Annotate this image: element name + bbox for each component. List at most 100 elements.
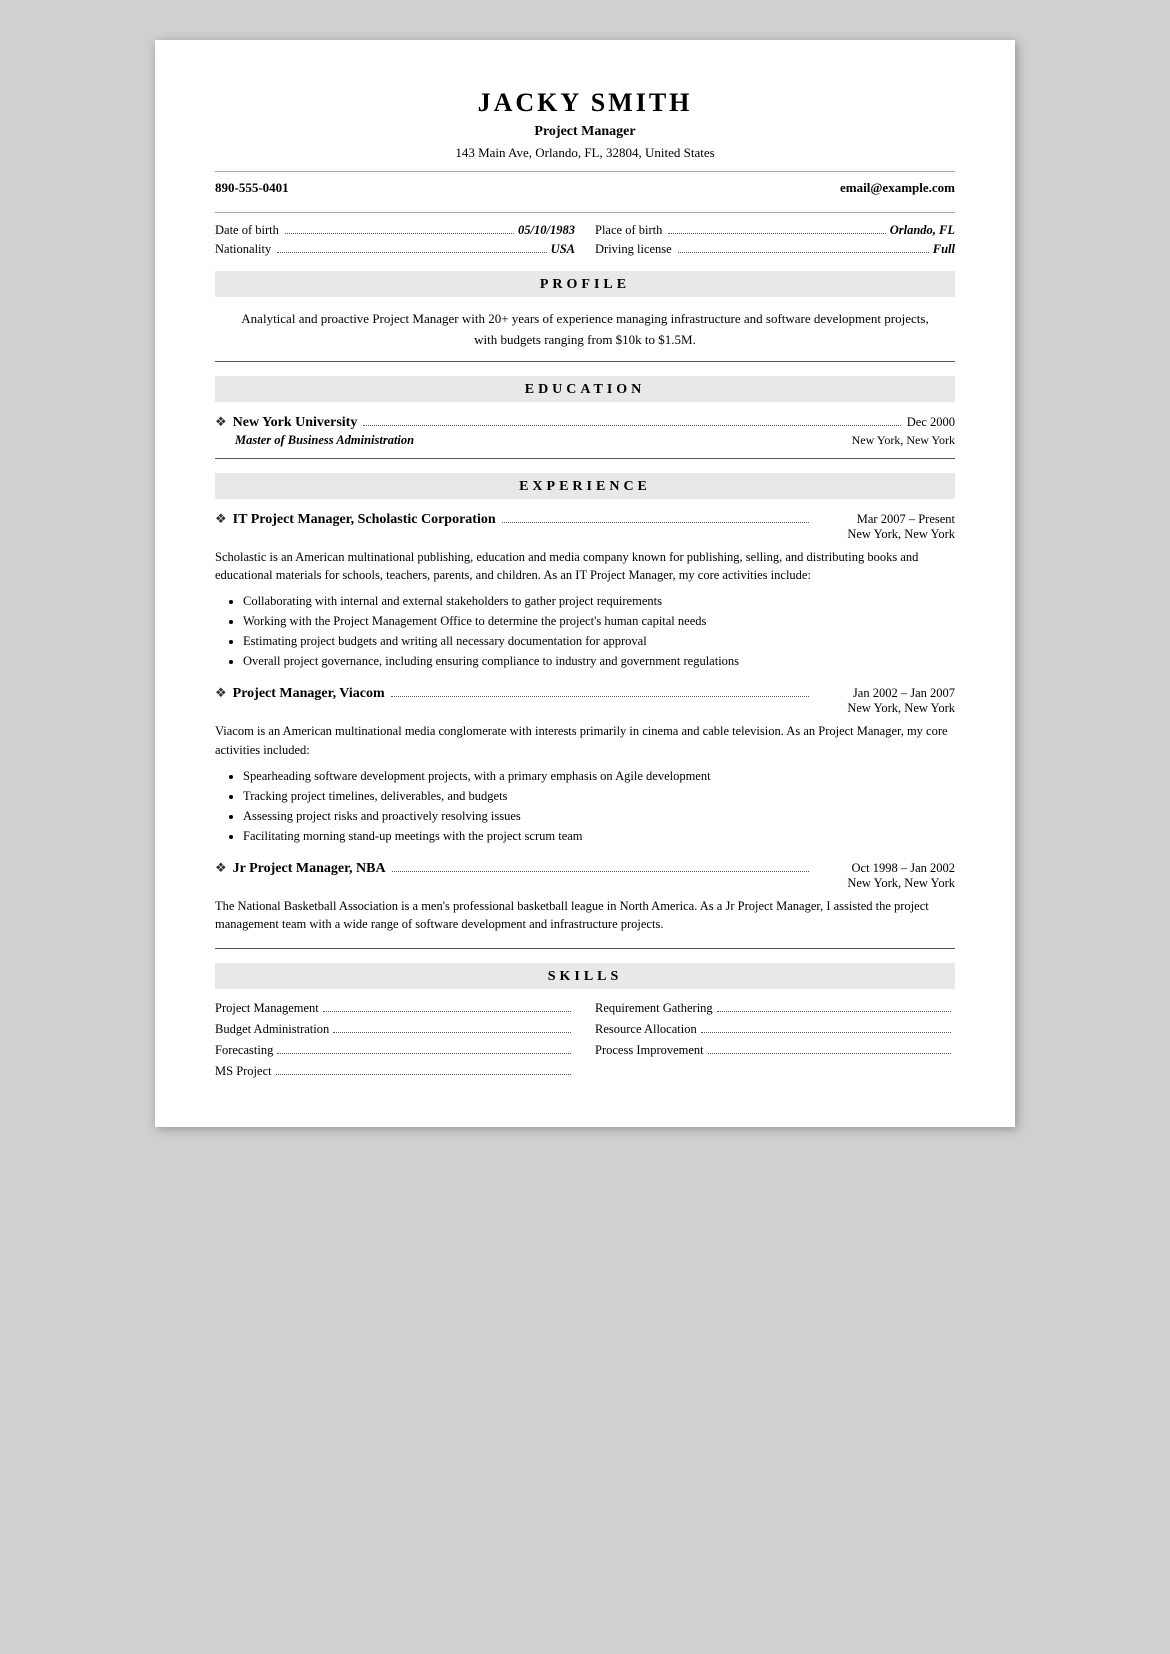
diamond-icon-2: ❖ — [215, 685, 227, 701]
bullet-item: Tracking project timelines, deliverables… — [243, 786, 955, 806]
skill-dots — [276, 1074, 571, 1075]
skill-dots — [708, 1053, 951, 1054]
bullet-item: Assessing project risks and proactively … — [243, 806, 955, 826]
skill-dots — [323, 1011, 571, 1012]
education-underline — [215, 458, 955, 459]
education-section-header: EDUCATION — [215, 376, 955, 402]
skill-dots — [717, 1011, 951, 1012]
dob-label: Date of birth — [215, 223, 279, 238]
skill-label: Forecasting — [215, 1043, 273, 1058]
dob-row: Date of birth 05/10/1983 — [215, 223, 575, 238]
license-dots — [678, 252, 929, 253]
candidate-name: JACKY SMITH — [215, 88, 955, 118]
exp-desc-1: Scholastic is an American multinational … — [215, 548, 955, 586]
exp-location-2: New York, New York — [815, 701, 955, 716]
experience-title: EXPERIENCE — [519, 479, 651, 494]
pob-value: Orlando, FL — [890, 223, 955, 238]
skill-row-1-right: Requirement Gathering — [595, 1001, 955, 1016]
exp-date-block-2: Jan 2002 – Jan 2007 New York, New York — [815, 686, 955, 716]
skill-label: Resource Allocation — [595, 1022, 697, 1037]
edu-location: New York, New York — [852, 433, 955, 448]
exp-desc-3: The National Basketball Association is a… — [215, 897, 955, 935]
exp-date-2: Jan 2002 – Jan 2007 — [815, 686, 955, 701]
skills-grid: Project Management Requirement Gathering… — [215, 1001, 955, 1079]
skill-row-4-right-empty — [595, 1064, 955, 1079]
resume-header: JACKY SMITH Project Manager 143 Main Ave… — [215, 88, 955, 161]
skill-row-4-left: MS Project — [215, 1064, 575, 1079]
resume-document: JACKY SMITH Project Manager 143 Main Ave… — [155, 40, 1015, 1127]
exp-date-block-3: Oct 1998 – Jan 2002 New York, New York — [815, 861, 955, 891]
skill-row-3-left: Forecasting — [215, 1043, 575, 1058]
exp-company-2: Project Manager, Viacom — [233, 686, 385, 702]
bullet-item: Working with the Project Management Offi… — [243, 611, 955, 631]
exp-dots-3 — [392, 871, 809, 872]
skill-label: Requirement Gathering — [595, 1001, 713, 1016]
header-divider — [215, 171, 955, 172]
edu-sub-row: Master of Business Administration New Yo… — [215, 433, 955, 448]
exp-title-left-1: ❖ IT Project Manager, Scholastic Corpora… — [215, 511, 815, 528]
bullet-item: Estimating project budgets and writing a… — [243, 631, 955, 651]
license-value: Full — [933, 242, 955, 257]
skill-row-2-right: Resource Allocation — [595, 1022, 955, 1037]
dob-dots — [285, 233, 514, 234]
exp-date-3: Oct 1998 – Jan 2002 — [815, 861, 955, 876]
exp-header-2: ❖ Project Manager, Viacom Jan 2002 – Jan… — [215, 685, 955, 716]
skill-row-1-left: Project Management — [215, 1001, 575, 1016]
contact-divider — [215, 212, 955, 213]
candidate-email: email@example.com — [840, 180, 955, 196]
exp-header-3: ❖ Jr Project Manager, NBA Oct 1998 – Jan… — [215, 860, 955, 891]
exp-location-3: New York, New York — [815, 876, 955, 891]
exp-date-block-1: Mar 2007 – Present New York, New York — [815, 512, 955, 542]
edu-degree: Master of Business Administration — [235, 433, 414, 448]
skill-label: Budget Administration — [215, 1022, 329, 1037]
exp-entry-3: ❖ Jr Project Manager, NBA Oct 1998 – Jan… — [215, 860, 955, 935]
skill-label: MS Project — [215, 1064, 272, 1079]
candidate-title: Project Manager — [215, 124, 955, 140]
exp-entry-2: ❖ Project Manager, Viacom Jan 2002 – Jan… — [215, 685, 955, 846]
exp-dots-2 — [391, 696, 809, 697]
education-entry: ❖ New York University Dec 2000 Master of… — [215, 414, 955, 448]
bullet-item: Facilitating morning stand-up meetings w… — [243, 826, 955, 846]
license-label: Driving license — [595, 242, 672, 257]
pob-dots — [668, 233, 885, 234]
skill-label: Project Management — [215, 1001, 319, 1016]
exp-company-1: IT Project Manager, Scholastic Corporati… — [233, 512, 496, 528]
edu-title-left: ❖ New York University — [215, 414, 907, 431]
exp-dots-1 — [502, 522, 809, 523]
nationality-dots — [277, 252, 546, 253]
pob-row: Place of birth Orlando, FL — [595, 223, 955, 238]
skills-section-header: SKILLS — [215, 963, 955, 989]
exp-desc-2: Viacom is an American multinational medi… — [215, 722, 955, 760]
edu-header-row: ❖ New York University Dec 2000 — [215, 414, 955, 431]
profile-text: Analytical and proactive Project Manager… — [235, 309, 935, 351]
exp-location-1: New York, New York — [815, 527, 955, 542]
exp-entry-1: ❖ IT Project Manager, Scholastic Corpora… — [215, 511, 955, 672]
nationality-label: Nationality — [215, 242, 271, 257]
diamond-icon: ❖ — [215, 414, 227, 430]
dob-value: 05/10/1983 — [518, 223, 575, 238]
experience-section-header: EXPERIENCE — [215, 473, 955, 499]
candidate-phone: 890-555-0401 — [215, 180, 289, 196]
diamond-icon-3: ❖ — [215, 860, 227, 876]
exp-title-left-3: ❖ Jr Project Manager, NBA — [215, 860, 815, 877]
profile-section-header: PROFILE — [215, 271, 955, 297]
exp-company-3: Jr Project Manager, NBA — [233, 861, 386, 877]
bullet-item: Overall project governance, including en… — [243, 651, 955, 671]
nationality-value: USA — [551, 242, 575, 257]
bullet-item: Collaborating with internal and external… — [243, 591, 955, 611]
candidate-address: 143 Main Ave, Orlando, FL, 32804, United… — [215, 145, 955, 161]
exp-header-1: ❖ IT Project Manager, Scholastic Corpora… — [215, 511, 955, 542]
nationality-row: Nationality USA — [215, 242, 575, 257]
exp-bullets-2: Spearheading software development projec… — [215, 766, 955, 846]
personal-info-grid: Date of birth 05/10/1983 Place of birth … — [215, 223, 955, 257]
education-title: EDUCATION — [525, 382, 646, 397]
skills-title: SKILLS — [548, 969, 623, 984]
experience-underline — [215, 948, 955, 949]
edu-dots — [363, 425, 900, 426]
contact-row: 890-555-0401 email@example.com — [215, 180, 955, 200]
license-row: Driving license Full — [595, 242, 955, 257]
profile-title: PROFILE — [540, 277, 630, 292]
diamond-icon-1: ❖ — [215, 511, 227, 527]
exp-date-1: Mar 2007 – Present — [815, 512, 955, 527]
skill-dots — [701, 1032, 951, 1033]
